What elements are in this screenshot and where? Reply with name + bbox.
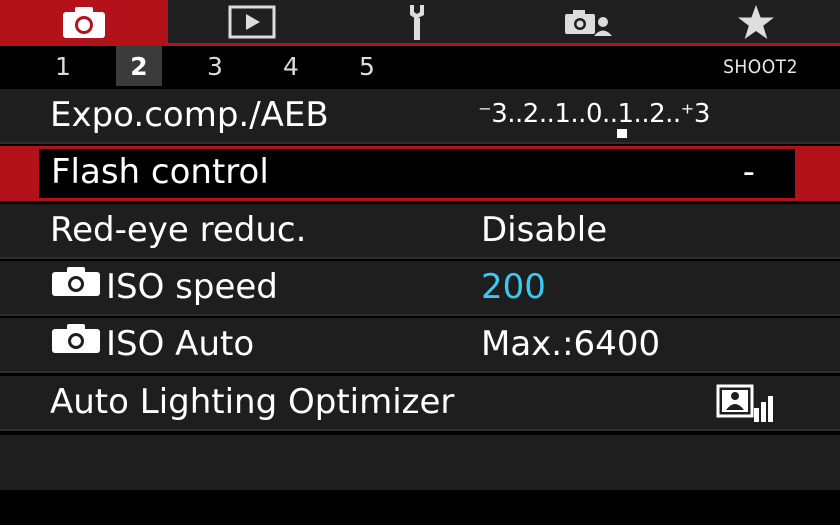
top-tab-bar [0,0,840,46]
menu-item-label-wrap: ISO Auto [50,324,254,366]
tab-custom-functions[interactable] [504,0,672,43]
menu-item-value: Max.:6400 [481,324,661,364]
sub-tab-2[interactable]: 2 [116,46,162,86]
menu-item-value: 200 [481,267,546,307]
sub-tab-3[interactable]: 3 [192,46,238,86]
wrench-icon [404,3,436,41]
sub-tab-5[interactable]: 5 [344,46,390,86]
bottom-bar [0,490,840,525]
tab-my-menu[interactable] [672,0,840,43]
tab-setup[interactable] [336,0,504,43]
menu-item-label: Expo.comp./AEB [50,95,329,135]
sub-tab-4[interactable]: 4 [268,46,314,86]
menu-item-red-eye[interactable]: Red-eye reduc. Disable [0,204,840,259]
page-label: SHOOT2 [723,56,798,78]
auto-lighting-optimizer-icon [716,384,774,428]
menu-item-expo-comp[interactable]: Expo.comp./AEB ⁻3..2..1..0..1..2..⁺3 [0,89,840,144]
menu-item-label: ISO Auto [106,324,255,364]
camera-icon [50,265,102,306]
menu-item-label: ISO speed [106,267,278,307]
star-icon [737,4,775,40]
sub-tab-bar: 1 2 3 4 5 SHOOT2 [0,46,840,89]
menu-item-value: Disable [481,210,608,250]
tab-shooting[interactable] [0,0,168,43]
menu-item-value: - [742,152,755,192]
empty-menu-row [0,435,840,490]
camera-icon [50,322,102,363]
exposure-marker [617,129,627,138]
tab-playback[interactable] [168,0,336,43]
sub-tab-1[interactable]: 1 [40,46,86,86]
menu-item-flash-control[interactable]: Flash control - [36,146,798,201]
menu-item-iso-speed[interactable]: ISO speed 200 [0,261,840,316]
menu-item-label: Red-eye reduc. [50,210,307,250]
menu-item-iso-auto[interactable]: ISO Auto Max.:6400 [0,318,840,373]
camera-icon [61,5,107,39]
menu-item-label: Flash control [51,152,269,192]
menu-item-label-wrap: ISO speed [50,267,278,309]
exposure-scale: ⁻3..2..1..0..1..2..⁺3 [478,99,710,129]
menu-item-auto-lighting-optimizer[interactable]: Auto Lighting Optimizer [0,376,840,431]
playback-icon [228,5,276,39]
menu-item-label: Auto Lighting Optimizer [50,382,455,422]
custom-shooting-icon [563,6,613,38]
